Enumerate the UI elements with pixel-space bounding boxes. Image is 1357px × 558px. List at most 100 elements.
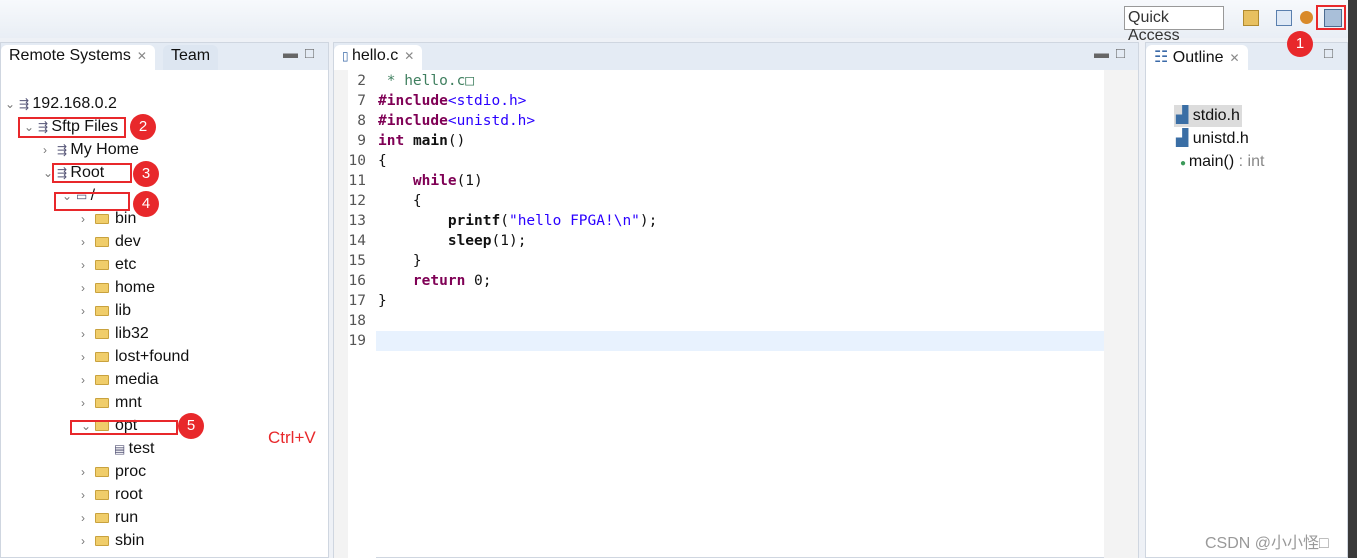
outline-item-main[interactable]: ● main() : int [1180,151,1264,173]
tree-item-label: test [128,440,155,457]
annotation-badge-5: 5 [178,413,204,439]
close-icon[interactable]: ✕ [404,49,414,63]
editor-scrollbar[interactable] [1104,70,1138,558]
folder-icon [95,352,109,362]
outline-item-stdio[interactable]: ▟ stdio.h [1176,105,1240,127]
close-icon[interactable]: ✕ [137,49,147,63]
code-line[interactable]: { [378,151,387,171]
outline-panel: ☷ Outline ✕ □ ▟ stdio.h ▟ unistd.h ● main… [1145,42,1348,558]
tree-item[interactable]: › dev [81,231,141,253]
chevron-right-icon[interactable]: › [81,507,95,529]
folder-icon [95,513,109,523]
tab-remote-systems[interactable]: Remote Systems ✕ [1,45,155,70]
code-line[interactable]: return 0; [378,271,492,291]
tab-hello-c[interactable]: ▯ hello.c ✕ [334,45,423,70]
c-perspective-icon[interactable] [1276,10,1292,26]
tree-item-label: proc [115,463,147,480]
tree-item[interactable]: › lost+found [81,346,189,368]
open-perspective-icon[interactable] [1243,10,1259,26]
line-number: 14 [348,233,366,249]
tree-item[interactable]: › media [81,369,159,391]
line-number: 19 [348,333,366,349]
code-line[interactable]: } [378,251,422,271]
tree-item-label: root [115,486,143,503]
chevron-right-icon[interactable]: › [81,369,95,391]
tree-item-label: run [115,509,139,526]
quick-access-input[interactable]: Quick Access [1124,6,1224,44]
tree-item-label: media [115,371,159,388]
code-line[interactable]: #include<unistd.h> [378,111,535,131]
folder-icon [95,375,109,385]
minimize-icon[interactable]: ▬ [1094,45,1109,62]
root-icon: ⇶ [57,143,71,157]
folder-icon [95,214,109,224]
chevron-right-icon[interactable]: › [81,530,95,552]
line-number: 10 [348,153,366,169]
tab-team[interactable]: Team [163,45,219,70]
chevron-right-icon[interactable]: › [81,346,95,368]
tree-item-label: etc [115,256,137,273]
code-line[interactable]: while(1) [378,171,483,191]
tree-item-label: lib [115,302,132,319]
annotation-badge-1: 1 [1287,31,1313,57]
code-line[interactable]: #include<stdio.h> [378,91,526,111]
line-number: 8 [357,113,366,129]
chevron-right-icon[interactable]: › [81,484,95,506]
ctrl-v-hint: Ctrl+V [268,428,316,447]
annotation-badge-3: 3 [133,161,159,187]
code-line[interactable]: } [378,291,387,311]
chevron-right-icon[interactable]: › [81,231,95,253]
tree-item[interactable]: › ⇶ My Home [43,139,139,161]
chevron-right-icon[interactable]: › [81,323,95,345]
chevron-right-icon[interactable]: › [81,300,95,322]
code-line[interactable]: { [378,191,422,211]
tree-item[interactable]: › bin [81,208,136,230]
tree-item[interactable]: › home [81,277,155,299]
tab-outline[interactable]: ☷ Outline ✕ [1146,45,1248,70]
tree-item[interactable]: ⌄ ⇶ 192.168.0.2 [5,93,117,115]
code-line[interactable]: printf("hello FPGA!\n"); [378,211,658,231]
tree-item-label: dev [115,233,141,250]
folder-icon [95,329,109,339]
tree-item[interactable]: › proc [81,461,146,483]
chevron-right-icon[interactable]: › [81,392,95,414]
tree-item-label: lib32 [115,325,149,342]
maximize-icon[interactable]: □ [1324,45,1333,62]
background-window-strip [1348,0,1357,558]
maximize-icon[interactable]: □ [1116,45,1125,62]
tree-item[interactable]: › lib32 [81,323,149,345]
tree-item-label: home [115,279,156,296]
tree-item[interactable]: ▤ test [100,438,154,460]
line-number: 17 [348,293,366,309]
tree-item[interactable]: › lib [81,300,131,322]
folder-icon [95,306,109,316]
tree-item[interactable]: › mnt [81,392,142,414]
tree-item-label: lost+found [115,348,190,365]
folder-icon [95,490,109,500]
watermark: CSDN @小小怪□ [1205,535,1329,552]
folder-icon [95,237,109,247]
chevron-right-icon[interactable]: › [81,277,95,299]
tree-item-label: sbin [115,532,145,549]
tree-item[interactable]: › root [81,484,143,506]
chevron-right-icon[interactable]: › [81,461,95,483]
folder-icon [95,260,109,270]
tree-item[interactable]: › sbin [81,530,144,552]
chevron-right-icon[interactable]: › [81,208,95,230]
code-line[interactable]: int main() [378,131,465,151]
close-icon[interactable]: ✕ [1230,51,1240,65]
chevron-down-icon[interactable]: ⌄ [5,93,19,115]
minimize-icon[interactable]: ▬ [283,45,298,62]
chevron-right-icon[interactable]: › [43,139,57,161]
line-number: 15 [348,253,366,269]
line-number: 9 [357,133,366,149]
current-line-highlight [376,331,1104,351]
code-line[interactable]: * hello.c□ [378,71,474,91]
tree-item[interactable]: › run [81,507,138,529]
chevron-right-icon[interactable]: › [81,254,95,276]
outline-item-unistd[interactable]: ▟ unistd.h [1176,128,1249,150]
debug-perspective-icon[interactable] [1300,11,1313,24]
code-line[interactable]: sleep(1); [378,231,527,251]
tree-item[interactable]: › etc [81,254,136,276]
maximize-icon[interactable]: □ [305,45,314,62]
